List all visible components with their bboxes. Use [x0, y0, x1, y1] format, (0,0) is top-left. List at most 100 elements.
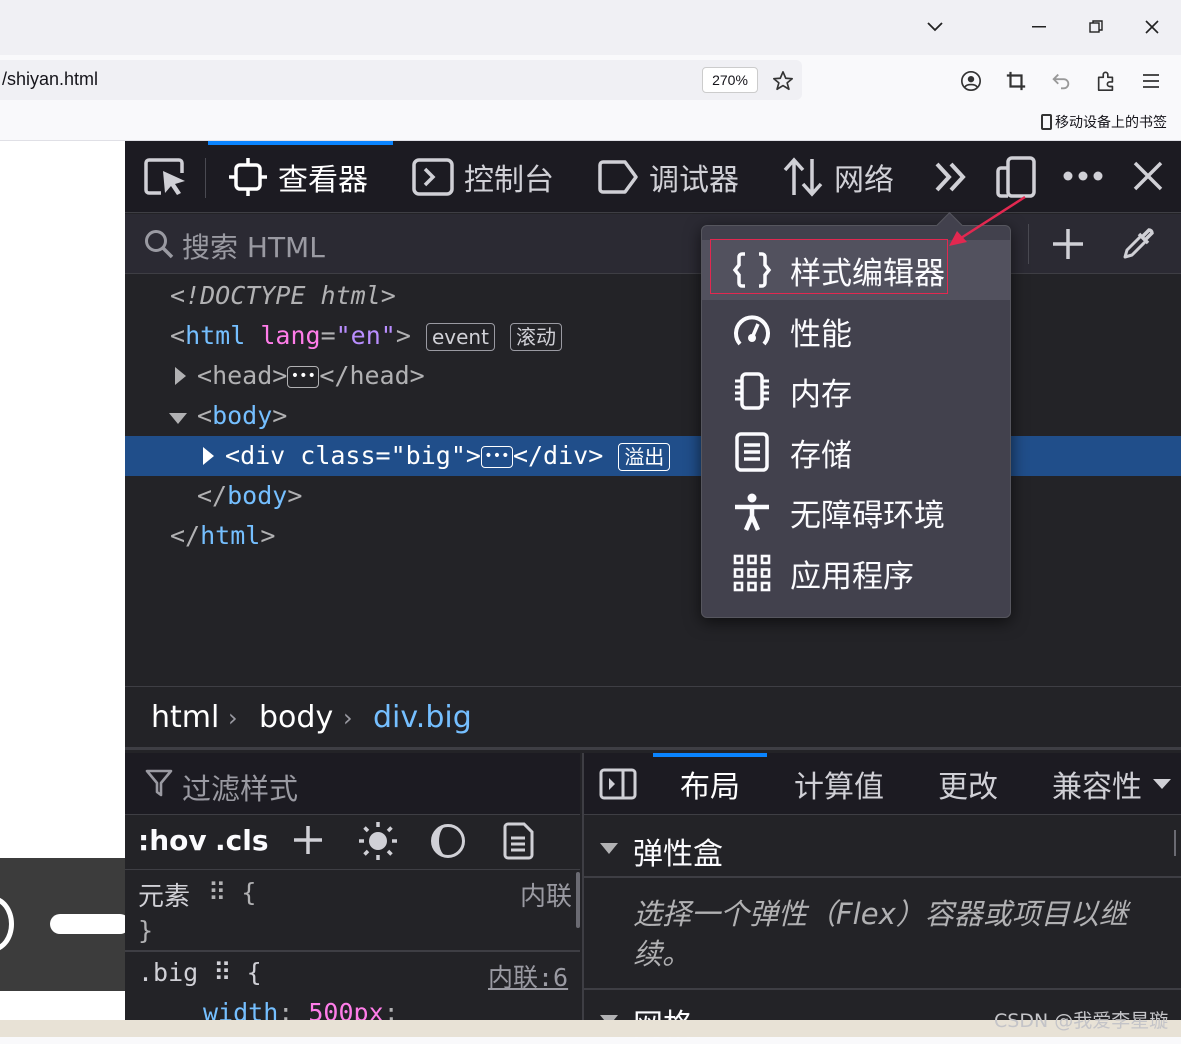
tab-layout[interactable]: 布局 — [680, 762, 740, 806]
inline-source[interactable]: 内联 — [520, 876, 572, 913]
html-close-node[interactable]: </html> — [170, 521, 275, 550]
menu-item-application[interactable]: 应用程序 — [702, 543, 1010, 603]
inspector-icon — [229, 158, 267, 196]
collapsed-dots-icon[interactable]: ••• — [287, 366, 320, 388]
menu-item-application-label: 应用程序 — [790, 558, 914, 595]
add-rule-icon[interactable] — [291, 823, 325, 861]
tab-inspector[interactable]: 查看器 — [228, 141, 368, 213]
body-node[interactable]: <body> — [197, 401, 287, 430]
collapse-triangle-icon[interactable] — [168, 410, 188, 429]
crop-screenshot-icon[interactable] — [1001, 66, 1031, 96]
storage-icon — [735, 432, 769, 472]
menu-item-accessibility-label: 无障碍环境 — [790, 497, 945, 534]
eyedropper-icon[interactable] — [1120, 226, 1156, 266]
tab-computed[interactable]: 计算值 — [794, 762, 884, 806]
big-rule-selector[interactable]: .big ⠿ { — [138, 958, 262, 987]
tab-inspector-label: 查看器 — [278, 163, 368, 198]
class-attr: class — [300, 441, 376, 470]
element-rule-close: } — [138, 916, 154, 945]
drag-handle-icon[interactable]: ⠿ — [208, 878, 226, 907]
flexbox-section-title[interactable]: 弹性盒 — [633, 829, 723, 873]
search-html-input[interactable]: 搜索 HTML — [182, 226, 325, 266]
menu-item-memory[interactable]: 内存 — [702, 361, 1010, 421]
overflow-badge[interactable]: 溢出 — [618, 443, 671, 471]
head-node[interactable]: <head> ••• </head> — [197, 361, 425, 390]
extensions-icon[interactable] — [1091, 66, 1121, 96]
watermark: CSDN @我爱李星璇 — [994, 1010, 1169, 1032]
rule-divider — [125, 950, 580, 952]
breadcrumb-separator-icon: › — [228, 704, 238, 732]
expand-triangle-icon[interactable] — [173, 366, 187, 390]
tab-debugger[interactable]: 调试器 — [597, 141, 739, 213]
chevron-down-icon[interactable] — [918, 10, 952, 44]
tab-compatibility[interactable]: 兼容性 — [1052, 762, 1142, 806]
bookmarks-bar — [0, 105, 1181, 141]
mobile-bookmarks[interactable]: 移动设备上的书签 — [1041, 112, 1167, 132]
scroll-badge[interactable]: 滚动 — [510, 323, 562, 351]
tabs-overflow-chevron-icon[interactable] — [1152, 776, 1172, 795]
head-close-tag: head — [349, 361, 410, 390]
hov-toggle[interactable]: :hov — [138, 824, 207, 857]
rules-scrollbar[interactable] — [576, 872, 580, 928]
minimize-icon[interactable] — [1022, 10, 1056, 44]
url-text[interactable]: /shiyan.html — [2, 69, 98, 90]
html-tag-name: html — [185, 321, 246, 350]
div-close-tag: div — [543, 441, 589, 470]
collapsed-dots-icon[interactable]: ••• — [480, 446, 513, 468]
add-node-icon[interactable] — [1051, 227, 1085, 265]
tab-debugger-label: 调试器 — [649, 163, 739, 198]
menu-item-performance[interactable]: 性能 — [702, 301, 1010, 361]
devtools-options-icon[interactable] — [1062, 168, 1104, 187]
chip-icon — [735, 372, 769, 410]
undo-icon[interactable] — [1046, 66, 1076, 96]
big-rule-source[interactable]: 内联:6 — [488, 958, 568, 994]
breadcrumb-html[interactable]: html — [151, 700, 219, 735]
toggle-sidebar-icon[interactable] — [599, 768, 637, 804]
menu-item-performance-label: 性能 — [790, 316, 852, 353]
dark-scheme-icon[interactable] — [430, 823, 466, 863]
gauge-icon — [734, 315, 770, 346]
tab-console-label: 控制台 — [464, 163, 554, 198]
tab-changes[interactable]: 更改 — [938, 762, 998, 806]
element-rule-open: ⠿ { — [208, 878, 257, 907]
menu-item-accessibility[interactable]: 无障碍环境 — [702, 482, 1010, 542]
toolbar-separator — [205, 158, 206, 198]
tab-network[interactable]: 网络 — [782, 141, 894, 213]
zoom-level-button[interactable]: 270% — [702, 67, 758, 93]
app-grid-icon — [733, 554, 771, 592]
menu-icon[interactable] — [1136, 66, 1166, 96]
html-close-tag: html — [200, 521, 261, 550]
mobile-bookmarks-label: 移动设备上的书签 — [1055, 114, 1167, 130]
accessibility-icon — [735, 493, 769, 531]
head-tag-name: head — [212, 361, 273, 390]
tab-console[interactable]: 控制台 — [412, 141, 554, 213]
url-field[interactable] — [0, 60, 802, 100]
lang-value: "en" — [335, 321, 396, 350]
event-badge[interactable]: event — [425, 323, 495, 351]
cls-toggle[interactable]: .cls — [215, 824, 269, 857]
restore-icon[interactable] — [1079, 10, 1113, 44]
close-window-icon[interactable] — [1135, 10, 1169, 44]
light-scheme-icon[interactable] — [357, 820, 399, 866]
element-rule-label: 元素 — [138, 882, 191, 912]
filter-styles-input[interactable]: 过滤样式 — [182, 766, 298, 808]
close-devtools-icon[interactable] — [1132, 160, 1164, 196]
drag-handle-icon[interactable]: ⠿ — [213, 958, 231, 987]
doctype-node[interactable]: <!DOCTYPE html> — [170, 281, 396, 310]
collapse-triangle-icon[interactable] — [599, 840, 619, 859]
account-icon[interactable] — [956, 66, 986, 96]
print-media-icon[interactable] — [502, 822, 534, 864]
lang-attr: lang — [260, 321, 321, 350]
star-icon[interactable] — [768, 66, 798, 96]
breadcrumb-div-big[interactable]: div.big — [373, 700, 472, 735]
breadcrumb-body[interactable]: body — [259, 700, 333, 735]
div-big-node[interactable]: <div class="big"> ••• </div> 溢出 — [225, 441, 671, 471]
class-value: "big" — [390, 441, 466, 470]
menu-item-storage[interactable]: 存储 — [702, 422, 1010, 482]
debugger-icon — [598, 160, 638, 194]
body-close-node[interactable]: </body> — [197, 481, 302, 510]
html-node[interactable]: <html lang="en"> event 滚动 — [170, 321, 562, 351]
expand-triangle-icon[interactable] — [201, 446, 215, 470]
section-divider — [584, 988, 1181, 990]
element-picker-icon[interactable] — [143, 155, 189, 203]
